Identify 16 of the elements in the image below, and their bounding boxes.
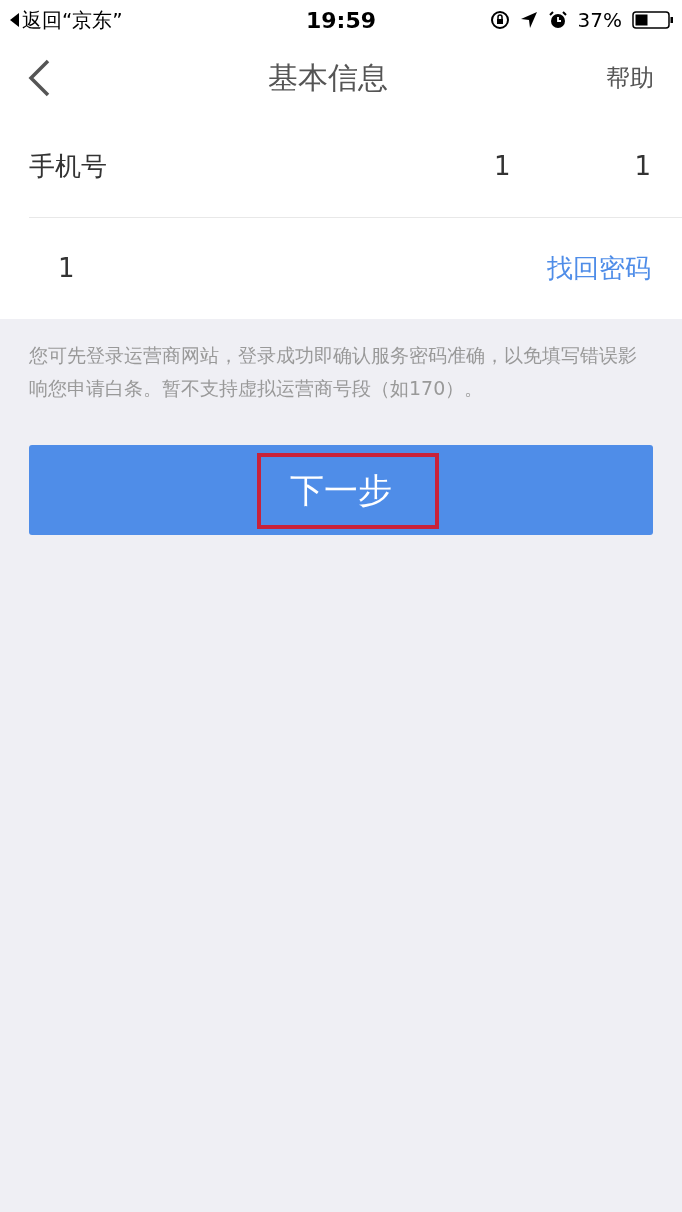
field-value: 1 bbox=[634, 149, 651, 183]
back-to-app-link[interactable]: 返回“京东” bbox=[22, 5, 123, 35]
page-title: 基本信息 bbox=[268, 59, 388, 97]
back-chevron-icon[interactable] bbox=[28, 58, 50, 97]
status-time: 19:59 bbox=[306, 6, 376, 35]
field-label: 1 bbox=[58, 252, 76, 285]
info-note: 您可先登录运营商网站，登录成功即确认服务密码准确，以免填写错误影响您申请白条。暂不支持虚拟运营商号段（如170）。 bbox=[28, 343, 638, 401]
battery-percent: 37% bbox=[577, 7, 622, 34]
back-triangle-icon bbox=[8, 12, 20, 28]
help-link[interactable]: 帮助 bbox=[606, 59, 654, 96]
rotation-lock-icon bbox=[489, 10, 510, 30]
alarm-icon bbox=[547, 10, 568, 30]
field-value: 1 bbox=[493, 149, 511, 183]
field-label: 手机号 bbox=[29, 149, 108, 183]
location-arrow-icon bbox=[519, 11, 538, 29]
battery-icon bbox=[632, 10, 674, 30]
